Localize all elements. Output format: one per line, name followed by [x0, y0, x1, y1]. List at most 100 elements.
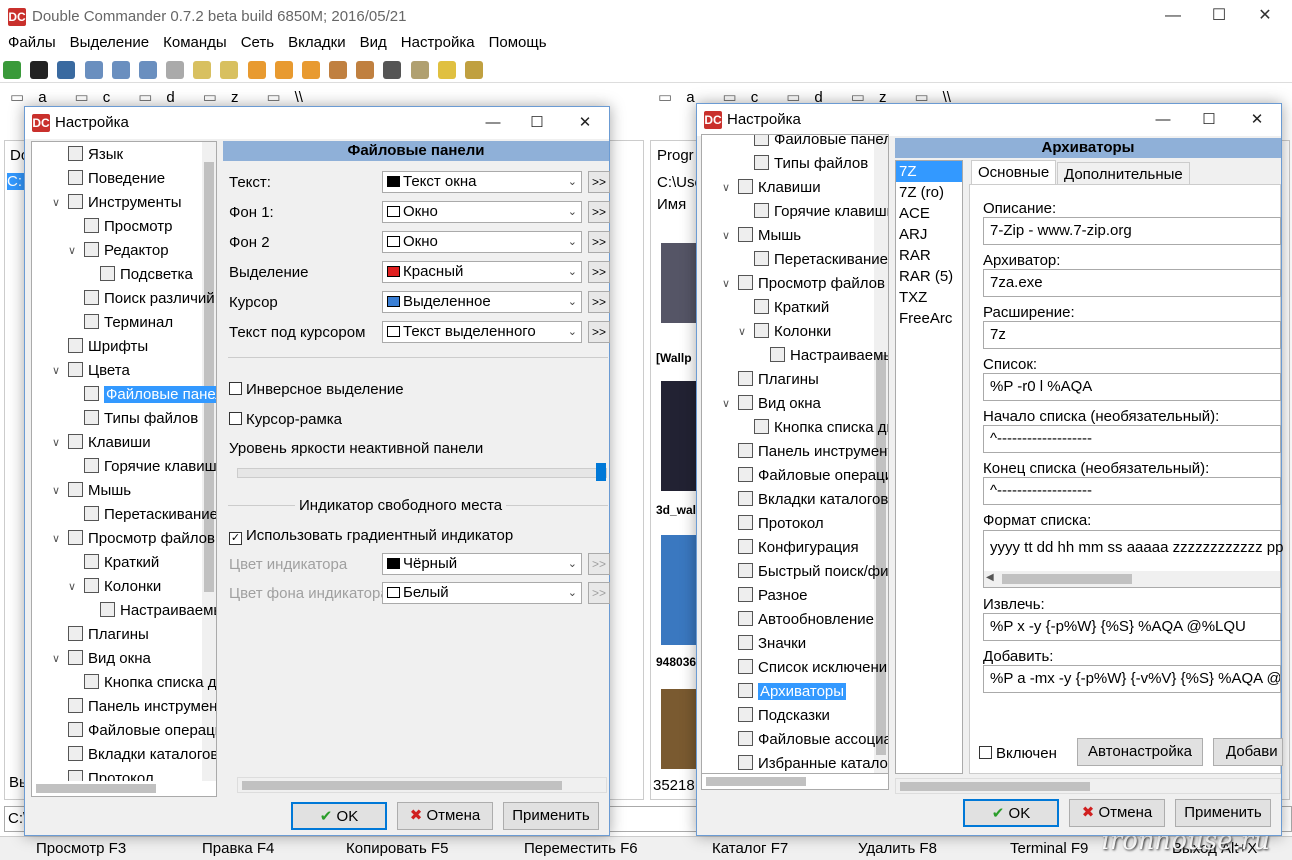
brief-view-icon[interactable] — [84, 61, 103, 79]
thumbnails-view-icon[interactable] — [138, 61, 157, 79]
inverse-selection-checkbox[interactable]: Инверсное выделение — [229, 381, 404, 398]
field-input[interactable]: ^------------------- — [983, 425, 1281, 453]
menu-item[interactable]: Команды — [163, 34, 227, 51]
tree-item[interactable]: ∨ Колонки — [68, 576, 161, 598]
tree-item[interactable]: Плагины — [68, 624, 149, 646]
tree-item[interactable]: Значки — [738, 633, 806, 655]
expander-icon[interactable]: ∨ — [722, 177, 730, 199]
menu-item[interactable]: Выделение — [70, 34, 149, 51]
indicator-color-more-button[interactable]: >> — [588, 553, 610, 575]
menu-item[interactable]: Настройка — [401, 34, 475, 51]
terminal-icon[interactable] — [30, 61, 49, 79]
drive-button[interactable]: ▭ a — [10, 88, 61, 106]
indicator-bg-select[interactable]: Белый ⌄ — [382, 582, 582, 604]
drive-button[interactable]: ▭ d — [138, 88, 189, 106]
expander-icon[interactable]: ∨ — [52, 648, 60, 670]
color-more-button[interactable]: >> — [588, 291, 610, 313]
pack-icon[interactable] — [329, 61, 348, 79]
menu-item[interactable]: Помощь — [489, 34, 547, 51]
brightness-slider[interactable] — [237, 463, 607, 481]
tree-item[interactable]: ∨ Вид окна — [722, 393, 821, 415]
tree-item[interactable]: Типы файлов — [754, 153, 868, 175]
select-group-icon[interactable] — [247, 61, 266, 79]
tree-item[interactable]: ∨ Редактор — [68, 240, 169, 262]
fn-key-button[interactable]: Правка F4 — [202, 840, 274, 857]
maximize-button[interactable]: ☐ — [1189, 108, 1229, 132]
tree-item[interactable]: Кнопка списка ди — [754, 417, 888, 439]
tree-item[interactable]: Язык — [68, 144, 123, 166]
field-input[interactable]: 7-Zip - www.7-zip.org — [983, 217, 1281, 245]
ok-button[interactable]: ✔ OK — [963, 799, 1059, 827]
search-icon[interactable] — [383, 61, 402, 79]
field-input[interactable]: ^------------------- — [983, 477, 1281, 505]
tree-item[interactable]: Терминал — [84, 312, 173, 334]
field-input[interactable]: 7z — [983, 321, 1281, 349]
maximize-button[interactable]: ☐ — [1196, 0, 1242, 32]
minimize-button[interactable]: — — [1143, 108, 1183, 132]
tree-item[interactable]: Вкладки каталогов — [738, 489, 888, 511]
tree-icon[interactable] — [166, 61, 185, 79]
tree-item[interactable]: ∨ Клавиши — [722, 177, 821, 199]
tree-item[interactable]: Автообновление — [738, 609, 874, 631]
color-select[interactable]: Окно ⌄ — [382, 231, 582, 253]
tree-item[interactable]: ∨ Просмотр файлов — [722, 273, 885, 295]
content-hscrollbar[interactable] — [237, 777, 607, 793]
tree-item[interactable]: Файловые операци — [738, 465, 888, 487]
fn-key-button[interactable]: Переместить F6 — [524, 840, 638, 857]
tree-item[interactable]: ∨ Просмотр файлов — [52, 528, 215, 550]
minimize-button[interactable]: — — [473, 111, 513, 135]
tree-item[interactable]: Плагины — [738, 369, 819, 391]
cancel-button[interactable]: ✖ Отмена — [1069, 799, 1165, 827]
archiver-list-item[interactable]: TXZ — [896, 287, 962, 308]
list-item[interactable]: 3d_wal — [656, 503, 696, 517]
scrollbar-thumb[interactable] — [900, 782, 1090, 791]
expander-icon[interactable]: ∨ — [68, 576, 76, 598]
color-more-button[interactable]: >> — [588, 321, 610, 343]
color-more-button[interactable]: >> — [588, 231, 610, 253]
fn-key-button[interactable]: Копировать F5 — [346, 840, 448, 857]
slider-thumb[interactable] — [596, 463, 606, 481]
minimize-button[interactable]: — — [1150, 0, 1196, 32]
expander-icon[interactable]: ∨ — [52, 528, 60, 550]
thumbnail[interactable] — [661, 381, 697, 491]
color-select[interactable]: Текст окна ⌄ — [382, 171, 582, 193]
extract-field[interactable]: %P x -y {-p%W} {%S} %AQA @%LQU — [983, 613, 1281, 641]
tree-item[interactable]: Конфигурация — [738, 537, 859, 559]
checkbox-box[interactable] — [229, 382, 242, 395]
drive-button[interactable]: ▭ c — [75, 88, 125, 106]
close-button[interactable]: ✕ — [1237, 108, 1277, 132]
color-select[interactable]: Выделенное ⌄ — [382, 291, 582, 313]
tree-item[interactable]: Кнопка списка ди — [84, 672, 216, 694]
color-select[interactable]: Текст выделенного ⌄ — [382, 321, 582, 343]
tree-item[interactable]: ∨ Мышь — [52, 480, 131, 502]
copy-to-clipboard-icon[interactable] — [464, 61, 483, 79]
unpack-icon[interactable] — [356, 61, 375, 79]
tree-item[interactable]: Настраиваемые — [100, 600, 216, 622]
tree-item[interactable]: ∨ Инструменты — [52, 192, 182, 214]
color-more-button[interactable]: >> — [588, 201, 610, 223]
tree-item[interactable]: ∨ Мышь — [722, 225, 801, 247]
fn-key-button[interactable]: Каталог F7 — [712, 840, 788, 857]
tree-item[interactable]: Быстрый поиск/фи — [738, 561, 888, 583]
columns-view-icon[interactable] — [111, 61, 130, 79]
tree-item[interactable]: Вкладки каталогов — [68, 744, 216, 766]
scrollbar-thumb[interactable] — [876, 355, 886, 755]
expander-icon[interactable]: ∨ — [722, 393, 730, 415]
autosetup-button[interactable]: Автонастройка — [1077, 738, 1203, 766]
thumbnail[interactable] — [661, 689, 697, 769]
archiver-list-item[interactable]: RAR — [896, 245, 962, 266]
tree-item[interactable]: Подсказки — [738, 705, 830, 727]
color-more-button[interactable]: >> — [588, 171, 610, 193]
tree-item[interactable]: Перетаскивание — [754, 249, 888, 271]
archiver-list-item[interactable]: ACE — [896, 203, 962, 224]
menu-item[interactable]: Файлы — [8, 34, 56, 51]
close-button[interactable]: ✕ — [565, 111, 605, 135]
drive-button[interactable]: ▭ z — [203, 88, 253, 106]
fn-key-button[interactable]: Удалить F8 — [858, 840, 937, 857]
sync-dirs-icon[interactable] — [437, 61, 456, 79]
checkbox-box[interactable]: ✓ — [229, 532, 242, 545]
indicator-bg-more-button[interactable]: >> — [588, 582, 610, 604]
scrollbar-thumb[interactable] — [36, 784, 156, 793]
expander-icon[interactable]: ∨ — [722, 225, 730, 247]
tree-item[interactable]: Поиск различий — [84, 288, 215, 310]
